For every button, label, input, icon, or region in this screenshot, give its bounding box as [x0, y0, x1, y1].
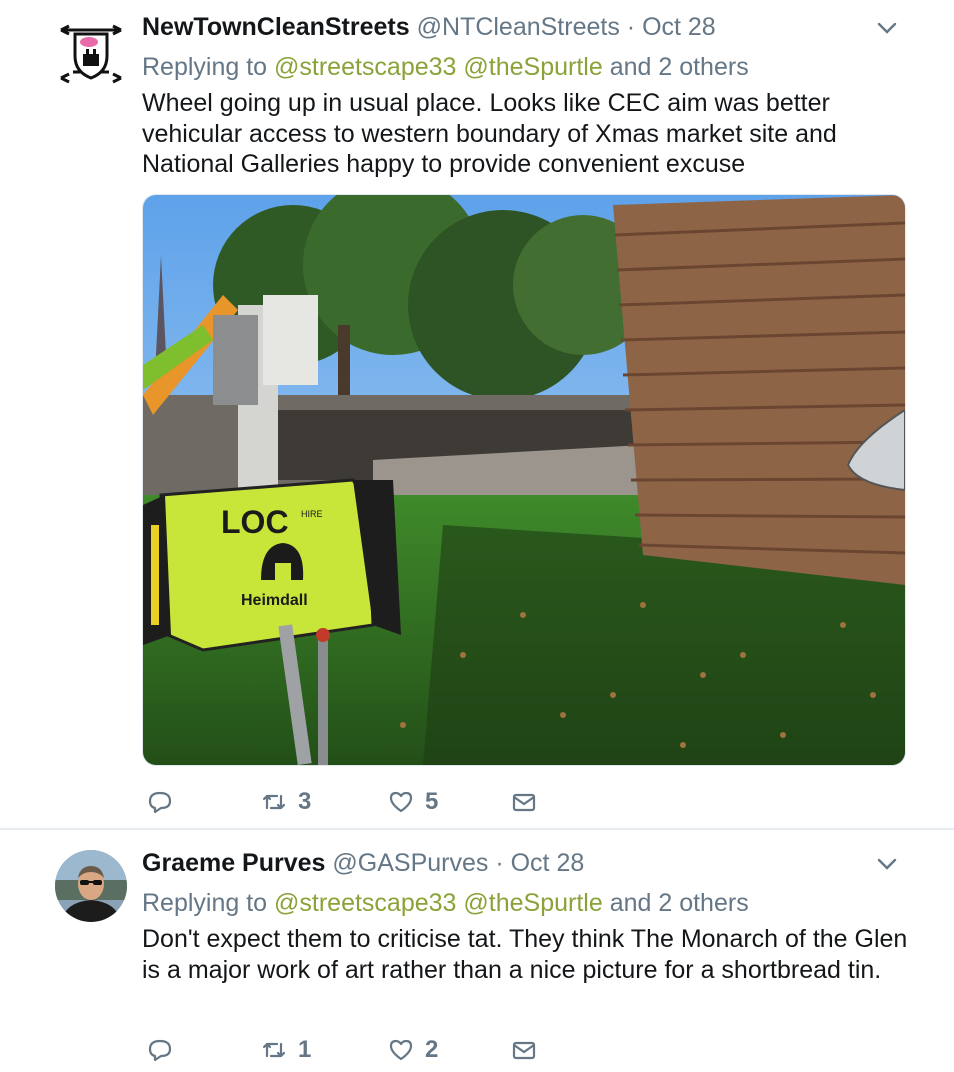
mention-link[interactable]: @streetscape33 — [274, 53, 456, 81]
dm-icon — [512, 793, 536, 812]
like-button[interactable]: 2 — [387, 1033, 438, 1067]
tweet-actions: 3 5 — [142, 785, 562, 819]
dm-icon — [512, 1041, 536, 1060]
reply-icon — [148, 791, 172, 814]
replying-prefix: Replying to — [142, 53, 268, 81]
generator-model: Heimdall — [241, 592, 308, 609]
display-name[interactable]: NewTownCleanStreets — [142, 13, 410, 41]
dm-button[interactable] — [510, 785, 548, 819]
replying-to: Replying to @streetscape33 @theSpurtle a… — [142, 888, 749, 918]
like-count: 5 — [425, 788, 439, 815]
others-link[interactable]: and 2 others — [610, 53, 749, 81]
mention-link[interactable]: @streetscape33 — [274, 889, 456, 917]
user-handle[interactable]: @NTCleanStreets — [417, 13, 620, 41]
user-handle[interactable]: @GASPurves — [332, 849, 488, 877]
tweet-text: Wheel going up in usual place. Looks lik… — [142, 89, 837, 178]
tweet-photo[interactable]: LOC HIRE Heimdall — [142, 194, 906, 766]
retweet-icon — [262, 1042, 286, 1058]
retweet-button[interactable]: 1 — [260, 1033, 311, 1067]
avatar[interactable] — [55, 16, 127, 88]
tweet-text: Don't expect them to criticise tat. They… — [142, 925, 908, 984]
chevron-down-icon[interactable] — [876, 853, 898, 875]
chevron-down-icon[interactable] — [876, 17, 898, 39]
reply-button[interactable] — [146, 1033, 184, 1067]
generator-brand-sub: HIRE — [301, 509, 323, 519]
avatar[interactable] — [55, 850, 127, 922]
like-count: 2 — [425, 1036, 439, 1063]
like-button[interactable]: 5 — [387, 785, 438, 819]
like-icon — [389, 791, 413, 813]
generator-brand: LOC — [221, 504, 289, 540]
retweet-icon — [262, 794, 286, 810]
tweet-header: Graeme Purves @GASPurves · Oct 28 — [142, 848, 584, 878]
reply-icon — [148, 1039, 172, 1062]
photo-scene: LOC HIRE Heimdall — [143, 195, 905, 765]
replying-to: Replying to @streetscape33 @theSpurtle a… — [142, 52, 749, 82]
others-link[interactable]: and 2 others — [610, 889, 749, 917]
display-name[interactable]: Graeme Purves — [142, 849, 325, 877]
retweet-count: 3 — [298, 788, 312, 815]
tweet-divider — [0, 828, 954, 830]
retweet-button[interactable]: 3 — [260, 785, 311, 819]
mention-link[interactable]: @theSpurtle — [463, 889, 602, 917]
tweet-date[interactable]: · Oct 28 — [627, 13, 716, 41]
tweet-date[interactable]: · Oct 28 — [495, 849, 584, 877]
retweet-count: 1 — [298, 1036, 312, 1063]
tweet-actions: 1 2 — [142, 1033, 562, 1067]
dm-button[interactable] — [510, 1033, 548, 1067]
tweet-header: NewTownCleanStreets @NTCleanStreets · Oc… — [142, 12, 716, 42]
reply-button[interactable] — [146, 785, 184, 819]
like-icon — [389, 1039, 413, 1061]
replying-prefix: Replying to — [142, 889, 268, 917]
mention-link[interactable]: @theSpurtle — [463, 53, 602, 81]
